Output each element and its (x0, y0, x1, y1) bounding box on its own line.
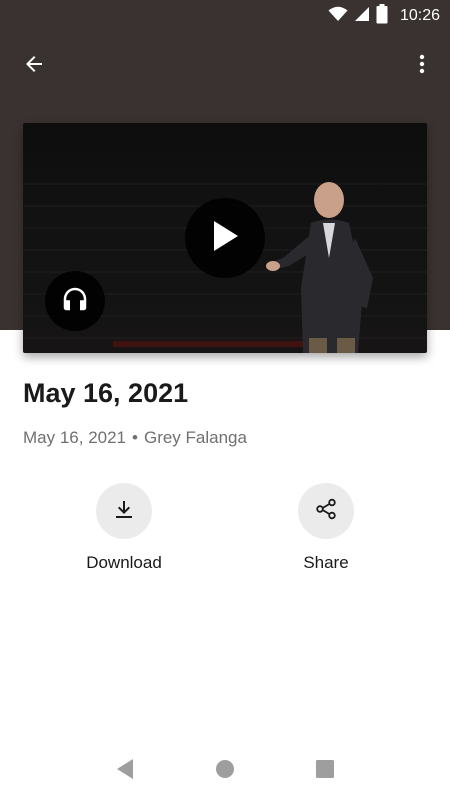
headphones-icon (60, 284, 90, 319)
nav-back-icon (115, 758, 135, 785)
sermon-title: May 16, 2021 (23, 378, 189, 408)
sermon-speaker: Grey Falanga (143, 428, 247, 447)
download-button-circle[interactable] (96, 483, 152, 539)
sermon-date: May 16, 2021 (23, 428, 127, 447)
download-button[interactable]: Download (64, 483, 184, 573)
status-bar: 10:26 (0, 0, 450, 32)
nav-recents-icon (315, 759, 335, 784)
app-bar (0, 40, 450, 90)
download-label: Download (86, 553, 162, 572)
more-options-button[interactable] (402, 46, 442, 86)
nav-back-button[interactable] (105, 751, 145, 791)
audio-only-button[interactable] (45, 271, 105, 331)
status-icons: 10:26 (328, 3, 440, 29)
sermon-meta: May 16, 2021 • Grey Falanga (23, 428, 247, 448)
share-button[interactable]: Share (266, 483, 386, 573)
nav-home-button[interactable] (205, 751, 245, 791)
battery-icon (376, 3, 388, 29)
nav-home-icon (215, 759, 235, 784)
back-button[interactable] (14, 46, 54, 86)
more-vertical-icon (410, 52, 434, 81)
play-icon (210, 219, 240, 258)
share-button-circle[interactable] (298, 483, 354, 539)
share-icon (314, 497, 338, 526)
wifi-icon (328, 6, 348, 27)
system-nav-bar (0, 742, 450, 800)
video-player[interactable] (23, 123, 427, 353)
share-label: Share (303, 553, 349, 572)
status-time: 10:26 (399, 7, 440, 24)
arrow-back-icon (22, 52, 46, 81)
play-button[interactable] (185, 198, 265, 278)
video-thumbnail-speaker (266, 182, 373, 353)
nav-recents-button[interactable] (305, 751, 345, 791)
cell-signal-icon (354, 6, 370, 27)
download-icon (112, 497, 136, 526)
meta-separator: • (132, 428, 138, 447)
